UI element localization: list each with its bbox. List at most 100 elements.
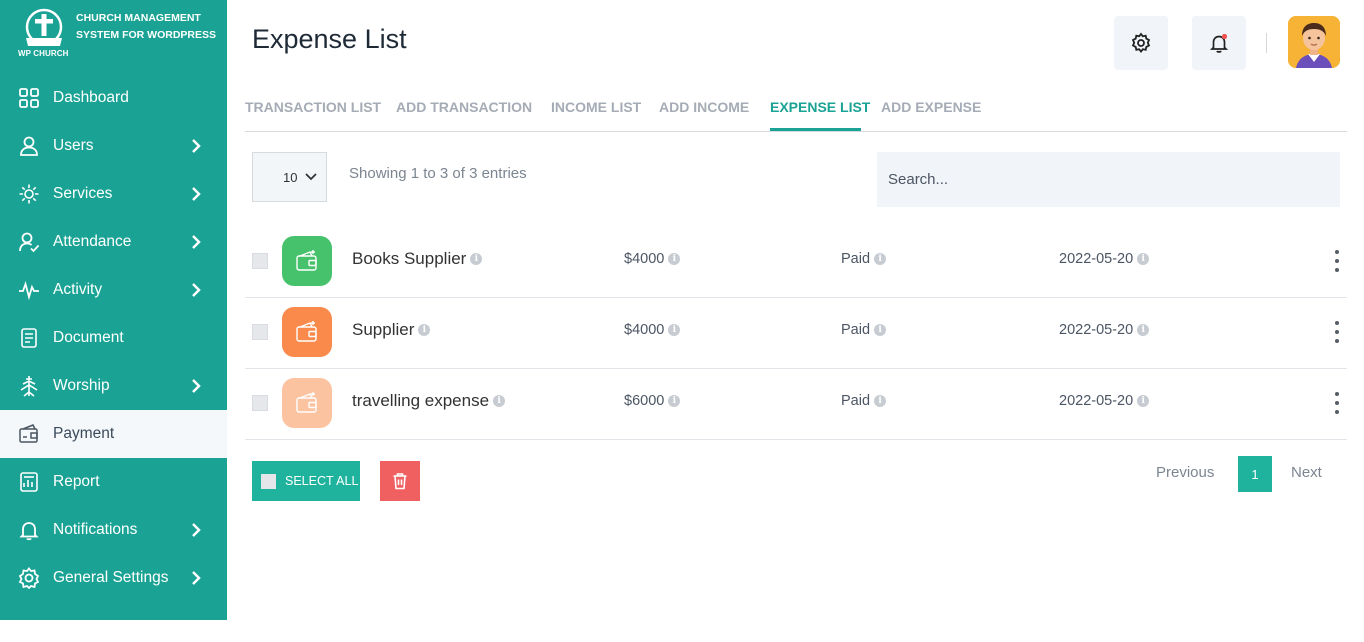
row-checkbox[interactable] (252, 324, 268, 340)
payment-icon (18, 423, 40, 445)
sidebar-item-label: Users (53, 137, 94, 154)
sidebar-item-label: Document (53, 329, 124, 346)
tab-add-transaction[interactable]: ADD TRANSACTION (396, 99, 532, 115)
info-icon[interactable]: i (470, 253, 483, 265)
sidebar-item-label: Activity (53, 281, 103, 298)
info-icon[interactable]: i (668, 324, 681, 336)
expense-status: Paid i (841, 322, 887, 338)
row-checkbox[interactable] (252, 253, 268, 269)
bell-icon (1209, 33, 1229, 53)
activity-icon (18, 279, 40, 301)
info-icon[interactable]: i (1137, 395, 1150, 407)
chevron-right-icon (192, 283, 201, 297)
bell-icon (18, 519, 40, 541)
expense-date: 2022-05-20 i (1059, 322, 1150, 338)
sidebar-item-report[interactable]: Report (0, 458, 227, 506)
services-icon (18, 183, 40, 205)
brand[interactable]: WP CHURCH CHURCH MANAGEMENT SYSTEM FOR W… (16, 8, 221, 64)
user-icon (18, 135, 40, 157)
chevron-right-icon (192, 523, 201, 537)
sidebar-item-payment[interactable]: Payment (0, 410, 227, 458)
select-all-button[interactable]: SELECT ALL (252, 461, 360, 501)
sidebar-item-label: Payment (53, 425, 115, 442)
attendance-icon (18, 231, 40, 253)
chevron-right-icon (192, 379, 201, 393)
active-tab-indicator (770, 128, 861, 131)
row-menu-icon[interactable] (1332, 392, 1342, 414)
trash-icon (393, 473, 407, 490)
sidebar-item-users[interactable]: Users (0, 122, 227, 170)
info-icon[interactable]: i (668, 253, 681, 265)
pagination-next[interactable]: Next (1291, 464, 1322, 481)
expense-status-text: Paid (841, 393, 871, 409)
tab-expense-list[interactable]: EXPENSE LIST (770, 99, 870, 115)
table-row: Books Supplier i $4000 i Paid i 2022-05-20 i (245, 227, 1347, 298)
expense-status-text: Paid (841, 251, 871, 267)
sidebar-item-label: Attendance (53, 233, 132, 250)
report-icon (18, 471, 40, 493)
expense-amount: $4000 i (624, 251, 681, 267)
tab-income-list[interactable]: INCOME LIST (551, 99, 641, 115)
brand-logo-text: WP CHURCH (18, 49, 69, 58)
info-icon[interactable]: i (493, 395, 506, 407)
expense-date-text: 2022-05-20 (1059, 393, 1134, 409)
tab-transaction-list[interactable]: TRANSACTION LIST (245, 99, 381, 115)
sidebar-item-label: Notifications (53, 521, 138, 538)
table-row: travelling expense i $6000 i Paid i 2022-05… (245, 369, 1347, 440)
info-icon[interactable]: i (874, 324, 887, 336)
expense-status: Paid i (841, 251, 887, 267)
search-input[interactable] (877, 152, 1340, 207)
user-avatar[interactable] (1288, 16, 1340, 68)
settings-button[interactable] (1114, 16, 1168, 70)
info-icon[interactable]: i (418, 324, 431, 336)
sidebar-item-label: Worship (53, 377, 110, 394)
grid-icon (18, 87, 40, 109)
tab-add-income[interactable]: ADD INCOME (659, 99, 749, 115)
expense-date: 2022-05-20 i (1059, 393, 1150, 409)
sidebar-nav: Dashboard Users Services Attendance Acti… (0, 74, 227, 602)
document-icon (18, 327, 40, 349)
expense-amount-text: $6000 (624, 393, 665, 409)
tab-add-expense[interactable]: ADD EXPENSE (881, 99, 981, 115)
sidebar-item-dashboard[interactable]: Dashboard (0, 74, 227, 122)
sidebar-item-notifications[interactable]: Notifications (0, 506, 227, 554)
gear-icon (18, 567, 40, 589)
info-icon[interactable]: i (874, 253, 887, 265)
row-menu-icon[interactable] (1332, 250, 1342, 272)
sidebar-item-document[interactable]: Document (0, 314, 227, 362)
page-size-select[interactable]: 10 (252, 152, 327, 202)
sidebar-item-worship[interactable]: Worship (0, 362, 227, 410)
sidebar-item-services[interactable]: Services (0, 170, 227, 218)
pagination-page-1[interactable]: 1 (1238, 456, 1272, 492)
info-icon[interactable]: i (1137, 324, 1150, 336)
sidebar-item-general-settings[interactable]: General Settings (0, 554, 227, 602)
expense-amount: $4000 i (624, 322, 681, 338)
entries-info: Showing 1 to 3 of 3 entries (349, 165, 527, 182)
chevron-right-icon (192, 187, 201, 201)
sidebar: WP CHURCH CHURCH MANAGEMENT SYSTEM FOR W… (0, 0, 227, 620)
row-menu-icon[interactable] (1332, 321, 1342, 343)
expense-name-text: travelling expense (352, 391, 490, 410)
expense-date-text: 2022-05-20 (1059, 322, 1134, 338)
sidebar-item-attendance[interactable]: Attendance (0, 218, 227, 266)
expense-name: Books Supplier i (352, 249, 483, 269)
tab-bar: TRANSACTION LIST ADD TRANSACTION INCOME … (245, 96, 1347, 132)
info-icon[interactable]: i (874, 395, 887, 407)
row-checkbox[interactable] (252, 395, 268, 411)
expense-name-text: Supplier (352, 320, 415, 339)
sidebar-item-label: Services (53, 185, 113, 202)
header-divider (1266, 33, 1267, 53)
sidebar-item-activity[interactable]: Activity (0, 266, 227, 314)
sidebar-item-label: Report (53, 473, 100, 490)
delete-button[interactable] (380, 461, 420, 501)
info-icon[interactable]: i (1137, 253, 1150, 265)
expense-amount-text: $4000 (624, 251, 665, 267)
wallet-icon (282, 378, 332, 428)
page-title: Expense List (252, 24, 407, 54)
pagination-previous[interactable]: Previous (1156, 464, 1214, 481)
notifications-button[interactable] (1192, 16, 1246, 70)
info-icon[interactable]: i (668, 395, 681, 407)
worship-icon (18, 375, 40, 397)
expense-date: 2022-05-20 i (1059, 251, 1150, 267)
expense-name: travelling expense i (352, 391, 506, 411)
